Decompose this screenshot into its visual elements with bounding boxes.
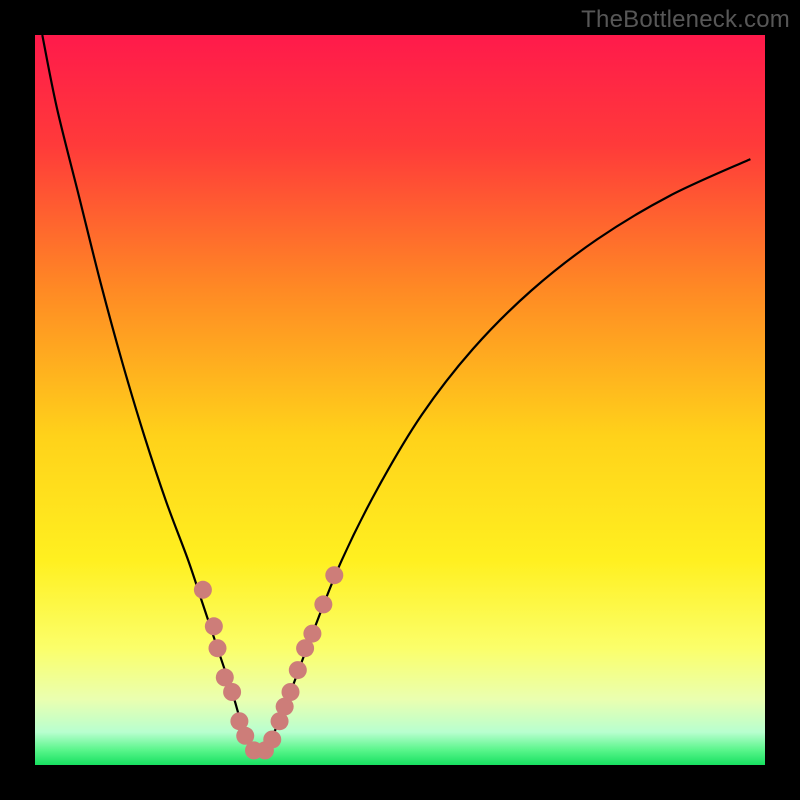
marker-point bbox=[289, 661, 307, 679]
chart-frame: TheBottleneck.com bbox=[0, 0, 800, 800]
watermark-text: TheBottleneck.com bbox=[581, 6, 790, 34]
highlighted-points-group bbox=[194, 566, 343, 759]
plot-area bbox=[35, 35, 765, 765]
marker-point bbox=[194, 581, 212, 599]
marker-point bbox=[263, 730, 281, 748]
chart-svg bbox=[35, 35, 765, 765]
marker-point bbox=[314, 595, 332, 613]
bottleneck-curve bbox=[42, 35, 750, 753]
marker-point bbox=[303, 625, 321, 643]
marker-point bbox=[209, 639, 227, 657]
marker-point bbox=[205, 617, 223, 635]
marker-point bbox=[325, 566, 343, 584]
marker-point bbox=[282, 683, 300, 701]
marker-point bbox=[223, 683, 241, 701]
